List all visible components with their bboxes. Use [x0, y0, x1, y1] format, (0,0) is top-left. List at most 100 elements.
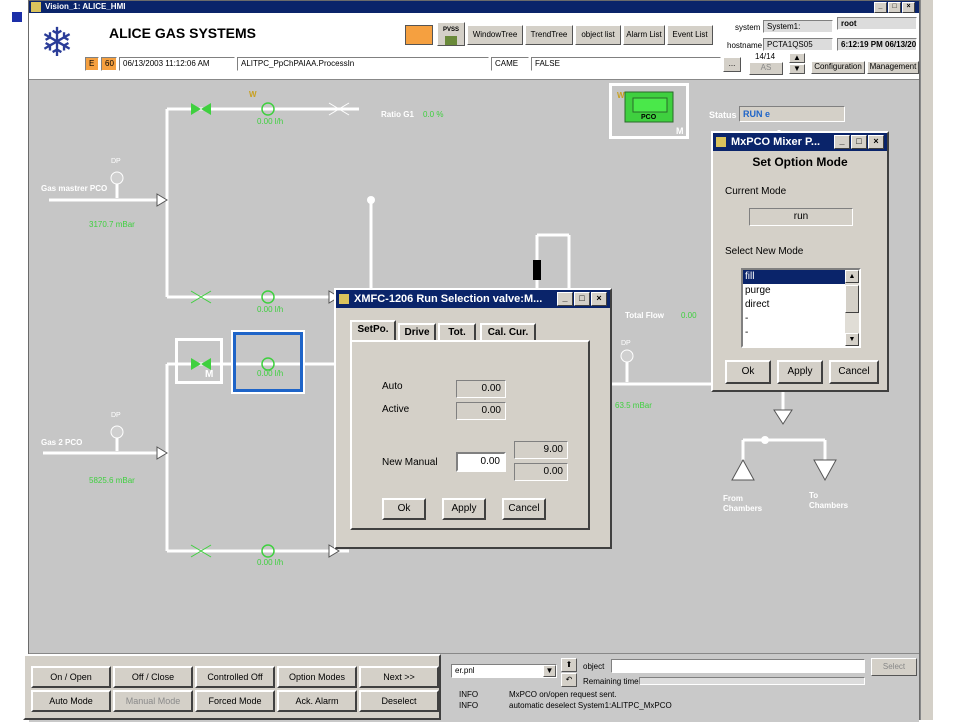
- mode-cancel-button[interactable]: Cancel: [829, 360, 879, 384]
- mode-dialog-controls: _ □ ×: [833, 135, 884, 153]
- dp-label-3: DP: [621, 340, 631, 347]
- pvss-button[interactable]: PVSS: [437, 22, 465, 46]
- controlled-off-button[interactable]: Controlled Off: [195, 666, 275, 688]
- mode-close-button[interactable]: ×: [868, 135, 884, 149]
- mode-dialog: MxPCO Mixer P... _ □ × Set Option Mode Cur…: [711, 131, 889, 392]
- gas2-label: Gas 2 PCO: [41, 438, 83, 447]
- minimize-button[interactable]: _: [874, 2, 887, 13]
- dp-label-1: DP: [111, 158, 121, 165]
- upload-icon[interactable]: ⬆: [561, 658, 577, 672]
- forced-mode-button[interactable]: Forced Mode: [195, 690, 275, 712]
- auto-mode-button[interactable]: Auto Mode: [31, 690, 111, 712]
- active-label: Active: [382, 404, 410, 415]
- alarm-dpe: ALITPC_PpChPAIAA.ProcessIn: [237, 57, 489, 71]
- valve-selection-frame[interactable]: [175, 338, 223, 384]
- gas-master-label: Gas mastrer PCO: [41, 184, 108, 193]
- bottom-panel: On / Open Off / Close Controlled Off Opt…: [23, 653, 919, 722]
- configuration-button[interactable]: Configuration: [811, 61, 865, 74]
- log-level: INFO: [459, 690, 479, 699]
- slide-bullet: [12, 12, 22, 22]
- app-icon: [31, 2, 41, 12]
- maximize-button[interactable]: □: [888, 2, 901, 13]
- object-list-button[interactable]: object list: [575, 25, 621, 45]
- gas-master-value: 3170.7 mBar: [89, 220, 135, 229]
- pco-m-label: M: [676, 126, 684, 136]
- off-close-button[interactable]: Off / Close: [113, 666, 193, 688]
- scroll-down-button[interactable]: ▼: [789, 64, 805, 74]
- mode-maximize-button[interactable]: □: [851, 135, 867, 149]
- listbox-scrollbar[interactable]: ▲ ▼: [845, 270, 859, 346]
- ack-alarm-button[interactable]: Ack. Alarm: [277, 690, 357, 712]
- system-label: system: [735, 23, 761, 32]
- mode-option[interactable]: purge: [743, 284, 845, 298]
- mode-option[interactable]: -: [743, 326, 845, 340]
- tab-tot[interactable]: Tot.: [438, 323, 476, 340]
- scroll-thumb[interactable]: [845, 285, 859, 313]
- alarm-more-button[interactable]: ...: [723, 57, 741, 72]
- mode-apply-button[interactable]: Apply: [777, 360, 823, 384]
- alarm-time: 06/13/2003 11:12:06 AM: [119, 57, 235, 71]
- valve-apply-button[interactable]: Apply: [442, 498, 486, 520]
- dp-label-2: DP: [111, 412, 121, 419]
- option-modes-button[interactable]: Option Modes: [277, 666, 357, 688]
- flow-label-1: 0.00 l/h: [257, 117, 284, 126]
- mode-option[interactable]: direct: [743, 298, 845, 312]
- active-value: 0.00: [456, 402, 506, 420]
- valve-dialog-title: XMFC-1206 Run Selection valve:M...: [354, 293, 543, 305]
- new-manual-input[interactable]: 0.00: [456, 452, 506, 472]
- max-value: 9.00: [514, 441, 568, 459]
- pco-label: PCO: [641, 114, 657, 121]
- select-button[interactable]: Select: [871, 658, 917, 676]
- mode-ok-button[interactable]: Ok: [725, 360, 771, 384]
- pco-w-label: W: [617, 91, 625, 100]
- alarm-state: CAME: [491, 57, 529, 71]
- as-button[interactable]: AS: [749, 62, 783, 75]
- valve-ok-button[interactable]: Ok: [382, 498, 426, 520]
- window-title: Vision_1: ALICE_HMI: [45, 2, 126, 11]
- panel-file-select[interactable]: er.pnl: [451, 664, 557, 678]
- scroll-down-icon[interactable]: ▼: [845, 333, 859, 346]
- window-scrollbar[interactable]: [920, 0, 933, 720]
- flow-label-3: 0.00 l/h: [257, 369, 284, 378]
- next-button[interactable]: Next >>: [359, 666, 439, 688]
- deselect-button[interactable]: Deselect: [359, 690, 439, 712]
- valve-minimize-button[interactable]: _: [557, 292, 573, 306]
- mode-option[interactable]: -: [743, 312, 845, 326]
- valve-cancel-button[interactable]: Cancel: [502, 498, 546, 520]
- auto-label: Auto: [382, 381, 403, 392]
- gas2-value: 5825.6 mBar: [89, 476, 135, 485]
- flowmeter-selection-frame[interactable]: [231, 330, 305, 394]
- mode-option[interactable]: fill: [743, 270, 845, 284]
- orange-indicator[interactable]: [405, 25, 433, 45]
- snowflake-logo-icon: ❄: [40, 21, 74, 65]
- close-button[interactable]: ×: [902, 2, 915, 13]
- refresh-icon[interactable]: ↶: [561, 673, 577, 687]
- flow-meters: [261, 102, 275, 558]
- w-label-1: W: [249, 90, 257, 99]
- management-button[interactable]: Management: [867, 61, 919, 74]
- tab-drive[interactable]: Drive: [398, 323, 436, 340]
- trend-tree-button[interactable]: TrendTree: [525, 25, 573, 45]
- log-level: INFO: [459, 701, 479, 710]
- alarm-list-button[interactable]: Alarm List: [623, 25, 665, 45]
- scroll-up-icon[interactable]: ▲: [845, 270, 859, 283]
- event-list-button[interactable]: Event List: [667, 25, 713, 45]
- manual-mode-button[interactable]: Manual Mode: [113, 690, 193, 712]
- tab-setpo[interactable]: SetPo.: [350, 320, 396, 340]
- current-mode-value: run: [749, 208, 853, 226]
- status-label: Status: [709, 110, 737, 120]
- mode-minimize-button[interactable]: _: [834, 135, 850, 149]
- scroll-up-button[interactable]: ▲: [789, 53, 805, 63]
- mode-listbox[interactable]: fill purge direct - - ▲ ▼: [741, 268, 861, 348]
- status-value: RUN e: [739, 106, 845, 122]
- window-tree-button[interactable]: WindowTree: [467, 25, 523, 45]
- panel-dropdown-icon[interactable]: ▼: [543, 665, 556, 677]
- remaining-time-label: Remaining time: [583, 677, 639, 686]
- window-titlebar: Vision_1: ALICE_HMI _ □ ×: [29, 1, 919, 13]
- alarm-value: FALSE: [531, 57, 721, 71]
- object-input[interactable]: [611, 659, 865, 673]
- on-open-button[interactable]: On / Open: [31, 666, 111, 688]
- valve-close-button[interactable]: ×: [591, 292, 607, 306]
- valve-maximize-button[interactable]: □: [574, 292, 590, 306]
- tab-cal-cur[interactable]: Cal. Cur.: [480, 323, 536, 340]
